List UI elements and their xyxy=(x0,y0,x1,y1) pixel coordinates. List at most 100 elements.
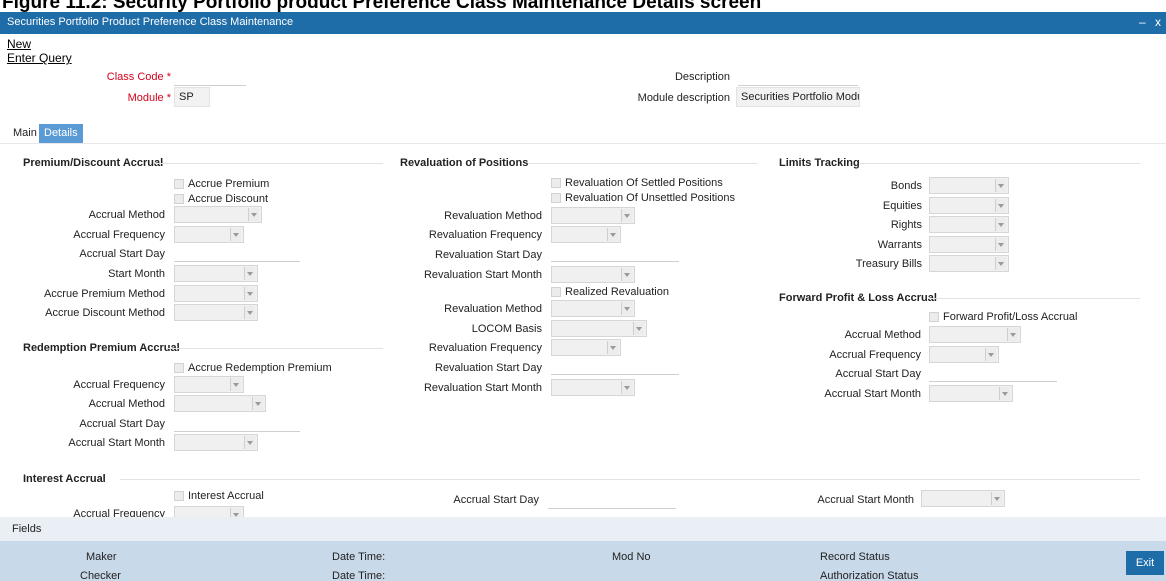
pd-accrual-start-day-label: Accrual Start Day xyxy=(79,248,165,260)
tab-details[interactable]: Details xyxy=(39,124,83,143)
chevron-down-icon xyxy=(995,199,1006,212)
chevron-down-icon xyxy=(995,218,1006,231)
rights-select[interactable] xyxy=(929,216,1009,233)
authorization-status-label: Authorization Status xyxy=(820,570,919,581)
chevron-down-icon xyxy=(621,209,632,222)
accrue-discount-method-select[interactable] xyxy=(174,304,258,321)
chevron-down-icon xyxy=(621,381,632,394)
fields-bar[interactable]: Fields xyxy=(0,517,1166,541)
enter-query-link[interactable]: Enter Query xyxy=(7,51,72,65)
chevron-down-icon xyxy=(621,302,632,315)
rp-accrual-start-day-label: Accrual Start Day xyxy=(79,418,165,430)
forward-pl-label: Forward Profit/Loss Accrual xyxy=(943,311,1078,323)
treasury-bills-label: Treasury Bills xyxy=(855,258,922,270)
close-icon[interactable]: x xyxy=(1155,15,1161,29)
revaluation-start-day-2-input[interactable] xyxy=(551,357,679,375)
rp-accrual-frequency-label: Accrual Frequency xyxy=(73,379,165,391)
minimize-icon[interactable]: – xyxy=(1139,15,1146,29)
revaluation-method-2-select[interactable] xyxy=(551,300,635,317)
limits-tracking-heading: Limits Tracking xyxy=(779,157,860,169)
pd-accrual-frequency-select[interactable] xyxy=(174,226,244,243)
revaluation-start-month-select[interactable] xyxy=(551,266,635,283)
pd-accrual-method-label: Accrual Method xyxy=(88,209,165,221)
module-description-input[interactable]: Securities Portfolio Modul xyxy=(736,87,860,107)
fields-label: Fields xyxy=(12,523,42,535)
pd-accrual-method-select[interactable] xyxy=(174,206,262,223)
accrue-redemption-premium-checkbox[interactable] xyxy=(174,363,184,373)
class-code-input[interactable] xyxy=(174,68,246,86)
fp-accrual-start-day-input[interactable] xyxy=(929,364,1057,382)
fp-accrual-frequency-select[interactable] xyxy=(929,346,999,363)
revaluation-start-month-2-select[interactable] xyxy=(551,379,635,396)
ia-accrual-start-day-input[interactable] xyxy=(548,491,676,509)
new-link[interactable]: New xyxy=(7,37,31,51)
rp-accrual-method-select[interactable] xyxy=(174,395,266,412)
exit-button[interactable]: Exit xyxy=(1126,551,1164,575)
description-input[interactable] xyxy=(738,68,858,86)
section-divider xyxy=(155,163,383,164)
revaluation-frequency-label: Revaluation Frequency xyxy=(428,229,542,241)
section-divider xyxy=(860,163,1140,164)
fp-accrual-method-select[interactable] xyxy=(929,326,1021,343)
fp-accrual-frequency-label: Accrual Frequency xyxy=(829,349,921,361)
page: Figure 11.2: Security Portfolio product … xyxy=(0,0,1166,581)
fp-accrual-start-month-select[interactable] xyxy=(929,385,1013,402)
rp-accrual-frequency-select[interactable] xyxy=(174,376,244,393)
chevron-down-icon xyxy=(633,322,644,335)
accrue-premium-method-select[interactable] xyxy=(174,285,258,302)
mod-no-label: Mod No xyxy=(612,551,651,563)
warrants-select[interactable] xyxy=(929,236,1009,253)
interest-accrual-checkbox[interactable] xyxy=(174,491,184,501)
chevron-down-icon xyxy=(991,492,1002,505)
realized-revaluation-checkbox[interactable] xyxy=(551,287,561,297)
revaluation-frequency-2-label: Revaluation Frequency xyxy=(428,342,542,354)
pd-accrual-start-day-input[interactable] xyxy=(174,244,300,262)
revaluation-frequency-select[interactable] xyxy=(551,226,621,243)
revaluation-frequency-2-select[interactable] xyxy=(551,339,621,356)
module-label: Module * xyxy=(127,92,171,104)
revaluation-unsettled-label: Revaluation Of Unsettled Positions xyxy=(565,192,735,204)
forward-pl-checkbox[interactable] xyxy=(929,312,939,322)
accrue-premium-method-label: Accrue Premium Method xyxy=(43,288,165,300)
fp-accrual-method-label: Accrual Method xyxy=(844,329,921,341)
rp-accrual-start-month-select[interactable] xyxy=(174,434,258,451)
revaluation-method-2-label: Revaluation Method xyxy=(444,303,542,315)
tab-main[interactable]: Main xyxy=(8,124,42,143)
chevron-down-icon xyxy=(230,378,241,391)
realized-revaluation-label: Realized Revaluation xyxy=(565,286,669,298)
revaluation-start-day-input[interactable] xyxy=(551,244,679,262)
equities-select[interactable] xyxy=(929,197,1009,214)
warrants-label: Warrants xyxy=(877,239,922,251)
ia-accrual-start-month-select[interactable] xyxy=(921,490,1005,507)
rp-accrual-start-day-input[interactable] xyxy=(174,414,300,432)
maker-date-time-label: Date Time: xyxy=(332,551,386,563)
ia-accrual-start-day-label: Accrual Start Day xyxy=(453,494,539,506)
treasury-bills-select[interactable] xyxy=(929,255,1009,272)
audit-footer: Maker Checker Date Time: Date Time: Mod … xyxy=(0,541,1166,581)
accrue-discount-checkbox[interactable] xyxy=(174,194,184,204)
class-code-label: Class Code * xyxy=(106,71,171,83)
fp-accrual-start-month-label: Accrual Start Month xyxy=(824,388,921,400)
chevron-down-icon xyxy=(1007,328,1018,341)
window-titlebar: Securities Portfolio Product Preference … xyxy=(0,12,1166,34)
revaluation-method-select[interactable] xyxy=(551,207,635,224)
module-input[interactable]: SP xyxy=(174,87,210,107)
revaluation-start-day-label: Revaluation Start Day xyxy=(435,249,542,261)
pd-start-month-select[interactable] xyxy=(174,265,258,282)
revaluation-unsettled-checkbox[interactable] xyxy=(551,193,561,203)
accrue-discount-method-label: Accrue Discount Method xyxy=(45,307,165,319)
chevron-down-icon xyxy=(985,348,996,361)
accrue-premium-checkbox[interactable] xyxy=(174,179,184,189)
locom-basis-select[interactable] xyxy=(551,320,647,337)
revaluation-settled-checkbox[interactable] xyxy=(551,178,561,188)
checker-date-time-label: Date Time: xyxy=(332,570,386,581)
chevron-down-icon xyxy=(995,257,1006,270)
chevron-down-icon xyxy=(999,387,1010,400)
bonds-select[interactable] xyxy=(929,177,1009,194)
revaluation-heading: Revaluation of Positions xyxy=(400,157,529,169)
locom-basis-label: LOCOM Basis xyxy=(471,323,542,335)
record-status-label: Record Status xyxy=(820,551,890,563)
accrue-premium-label: Accrue Premium xyxy=(188,178,270,190)
accrue-redemption-premium-label: Accrue Redemption Premium xyxy=(188,362,332,374)
section-divider xyxy=(528,163,758,164)
